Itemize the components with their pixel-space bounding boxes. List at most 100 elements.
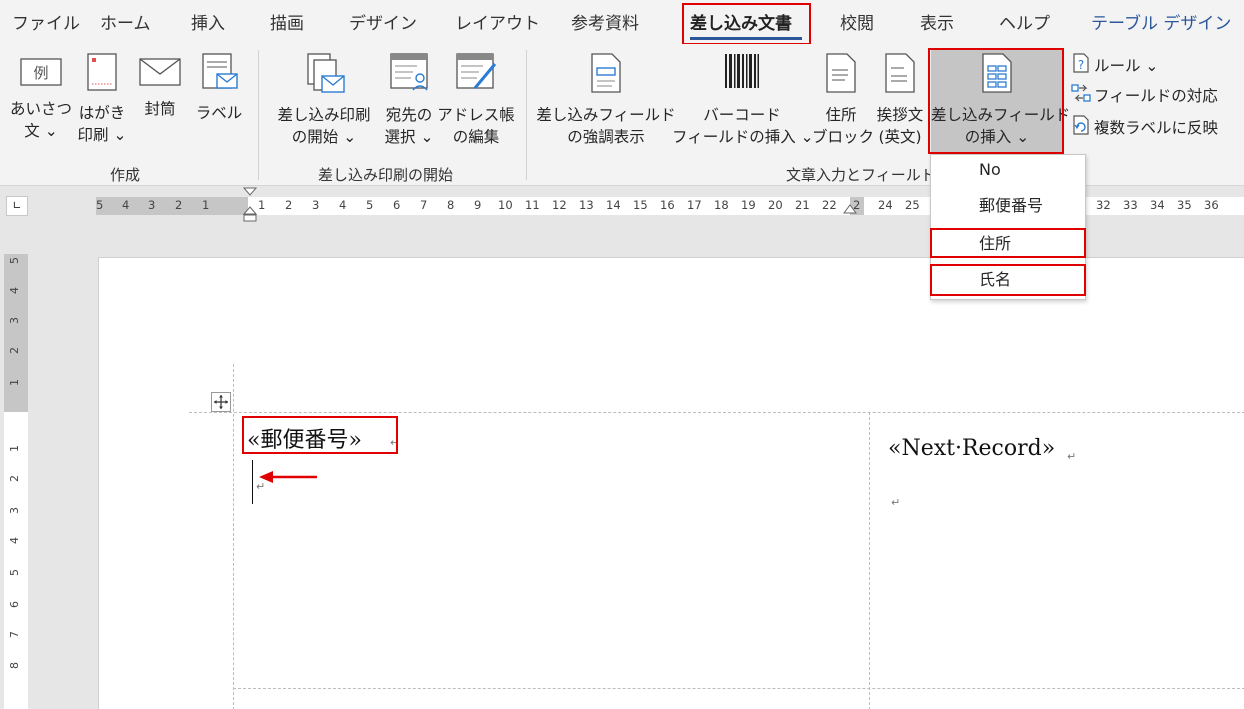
ruler-number: 25 [905, 198, 920, 212]
select-recipients-icon [378, 52, 440, 100]
text-cursor [252, 460, 253, 504]
vertical-ruler-number: 5 [8, 569, 21, 576]
greeting-button[interactable]: 例 あいさつ 文 ⌄ [8, 56, 74, 142]
ruler-number: 24 [878, 198, 893, 212]
ruler-number: 2 [285, 198, 293, 212]
tab-file[interactable]: ファイル [12, 9, 80, 34]
ruler-number: 20 [768, 198, 783, 212]
svg-text:例: 例 [33, 64, 48, 82]
dropdown-item-no[interactable]: No [931, 155, 1085, 191]
ruler-number: 34 [1150, 198, 1165, 212]
tab-insert[interactable]: 挿入 [191, 9, 225, 34]
vertical-ruler-number: 4 [8, 537, 21, 544]
insert-barcode-field-button[interactable]: バーコード フィールドの挿入 ⌄ [672, 52, 814, 148]
highlight-fields-icon [536, 52, 676, 100]
ruler-number: 7 [420, 198, 428, 212]
ruler-number: 4 [339, 198, 347, 212]
ruler-number: 36 [1204, 198, 1219, 212]
move-icon [214, 395, 228, 409]
rules-label: ルール ⌄ [1094, 57, 1159, 75]
start-mail-merge-icon [270, 52, 378, 100]
match-fields-icon [1070, 82, 1092, 108]
tab-mailings[interactable]: 差し込み文書 [690, 9, 792, 34]
ruler-number: 5 [96, 198, 104, 212]
tab-references[interactable]: 参考資料 [571, 9, 639, 34]
table-move-handle[interactable] [211, 392, 231, 412]
tab-draw[interactable]: 描画 [270, 9, 304, 34]
edit-list-icon [434, 52, 518, 100]
address-block-icon [812, 52, 870, 100]
ruler-number: 4 [122, 198, 130, 212]
ruler-number: 33 [1123, 198, 1138, 212]
insert-merge-field-button[interactable]: 差し込みフィールド の挿入 ⌄ [931, 50, 1070, 153]
address-block-button[interactable]: 住所 ブロック [812, 52, 874, 148]
select-recipients-button[interactable]: 宛先の 選択 ⌄ [378, 52, 440, 148]
group-label-start-merge: 差し込み印刷の開始 [318, 166, 454, 184]
document-page[interactable]: «郵便番号» ↵ ↵ «Next·Record» ↵ ↵ [98, 257, 1244, 709]
start-mail-merge-button[interactable]: 差し込み印刷 の開始 ⌄ [270, 52, 378, 148]
barcode-icon [672, 52, 812, 100]
greeting-line-button[interactable]: 挨拶文 (英文) [870, 52, 930, 148]
match-fields-button[interactable]: フィールドの対応 [1070, 82, 1218, 108]
envelope-button[interactable]: 封筒 [134, 56, 186, 120]
vertical-ruler-number: 8 [8, 662, 21, 669]
ruler-number: 18 [714, 198, 729, 212]
tab-table-design[interactable]: テーブル デザイン [1091, 9, 1231, 34]
edit-recipient-list-button[interactable]: アドレス帳 の編集 [434, 52, 518, 148]
ruler-number: 9 [474, 198, 482, 212]
highlight-fields-label-2: の強調表示 [567, 128, 645, 146]
vertical-ruler-number: 4 [8, 287, 21, 294]
greeting-label-1: あいさつ [9, 100, 72, 118]
ruler-number: 22 [822, 198, 837, 212]
highlight-merge-fields-button[interactable]: 差し込みフィールド の強調表示 [536, 52, 676, 148]
vertical-ruler-number: 1 [8, 445, 21, 452]
group-divider [526, 50, 527, 180]
tab-home[interactable]: ホーム [100, 9, 151, 34]
active-tab-indicator [690, 37, 802, 40]
merge-field-postal-code[interactable]: «郵便番号» [247, 422, 362, 454]
highlight-fields-label-1: 差し込みフィールド [536, 106, 676, 124]
update-labels-button[interactable]: 複数ラベルに反映 [1070, 114, 1218, 140]
ruler-number: 1 [258, 198, 266, 212]
postcard-label-2: 印刷 ⌄ [77, 126, 127, 144]
label-label: ラベル [195, 104, 243, 122]
ruler-number: 10 [498, 198, 513, 212]
red-arrow-icon [259, 471, 317, 483]
tab-view[interactable]: 表示 [920, 9, 954, 34]
insert-merge-field-label-2: の挿入 ⌄ [964, 128, 1030, 146]
dropdown-item-postal-code[interactable]: 郵便番号 [931, 191, 1085, 227]
vertical-ruler-number: 2 [8, 475, 21, 482]
indent-marker-icon[interactable] [243, 187, 257, 223]
tab-layout[interactable]: レイアウト [455, 9, 540, 34]
right-indent-marker-icon[interactable] [843, 203, 857, 217]
ruler-number: 21 [795, 198, 810, 212]
vertical-ruler[interactable]: 5 4 3 2 1 1 2 3 4 5 6 7 8 [4, 254, 28, 709]
ruler-number: 12 [552, 198, 567, 212]
match-fields-label: フィールドの対応 [1094, 87, 1218, 105]
vertical-ruler-top-margin [4, 254, 28, 412]
tab-selector-icon[interactable]: ∟ [6, 196, 28, 216]
vertical-ruler-number: 1 [8, 379, 21, 386]
envelope-label: 封筒 [144, 100, 176, 118]
vertical-ruler-number: 3 [8, 507, 21, 514]
ruler-number: 16 [660, 198, 675, 212]
edit-list-label-1: アドレス帳 [437, 106, 515, 124]
table-gridline [233, 688, 1244, 689]
merge-field-next-record[interactable]: «Next·Record» [888, 436, 1055, 461]
vertical-ruler-number: 3 [8, 317, 21, 324]
label-button[interactable]: ラベル [193, 52, 245, 124]
tab-review[interactable]: 校閲 [840, 9, 874, 34]
ruler-number: 11 [525, 198, 540, 212]
label-icon [193, 52, 245, 98]
ruler-number: 8 [447, 198, 455, 212]
tab-help[interactable]: ヘルプ [999, 9, 1050, 34]
group-divider [258, 50, 259, 180]
rules-button[interactable]: ? ルール ⌄ [1070, 52, 1158, 78]
start-mail-merge-label-1: 差し込み印刷 [277, 106, 371, 124]
vertical-ruler-number: 7 [8, 631, 21, 638]
postcard-button[interactable]: はがき 印刷 ⌄ [72, 52, 132, 146]
greeting-label-2: 文 ⌄ [24, 122, 58, 140]
dropdown-item-name[interactable]: 氏名 [931, 265, 1085, 301]
tab-design[interactable]: デザイン [349, 9, 417, 34]
dropdown-item-address[interactable]: 住所 [931, 229, 1085, 265]
